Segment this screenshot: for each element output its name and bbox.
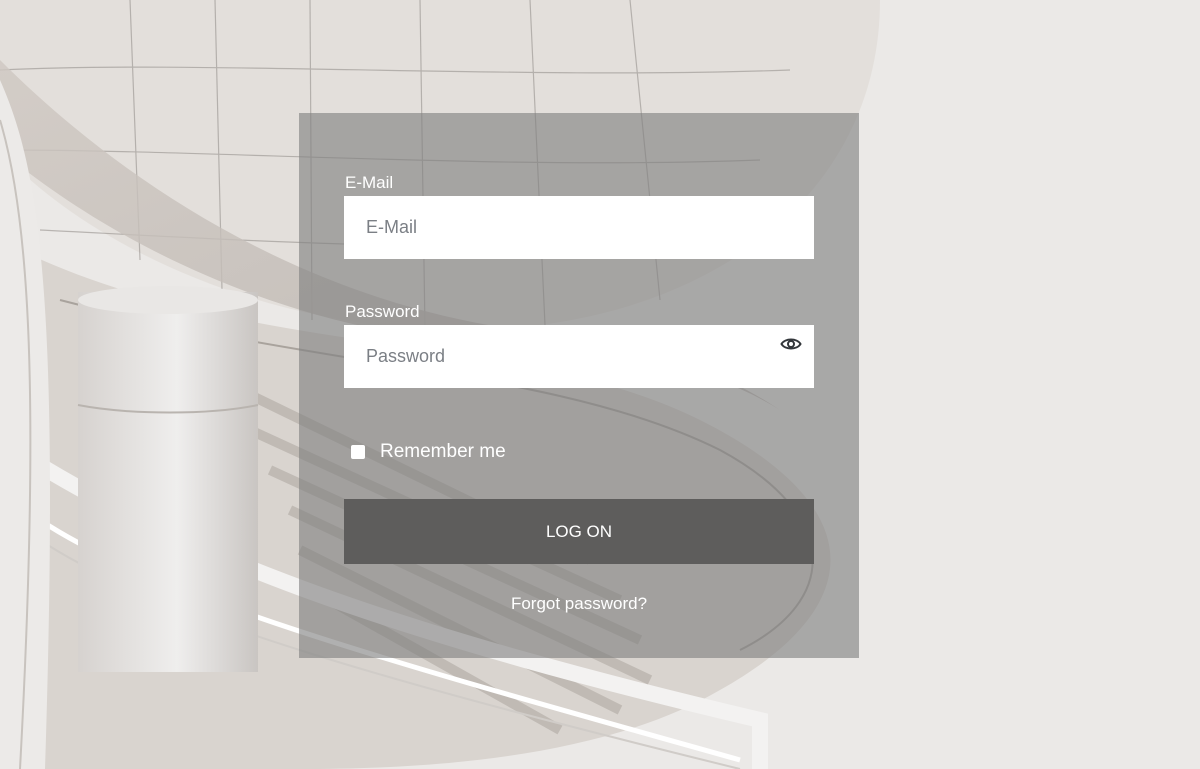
remember-me-label: Remember me [380,441,506,462]
remember-me-checkbox[interactable] [351,445,365,459]
login-panel: E-Mail Password Remember me LOG ON Forgo… [299,113,859,658]
log-on-button[interactable]: LOG ON [344,499,814,564]
email-field-container [344,196,814,259]
email-label: E-Mail [345,173,394,192]
password-field[interactable] [344,325,814,388]
forgot-password-link[interactable]: Forgot password? [299,594,859,614]
password-label: Password [345,302,420,321]
remember-me-option[interactable]: Remember me [351,440,506,464]
email-field[interactable] [344,196,814,259]
password-field-container [344,325,814,388]
eye-icon[interactable] [780,335,802,353]
login-page: E-Mail Password Remember me LOG ON Forgo… [0,0,1200,769]
